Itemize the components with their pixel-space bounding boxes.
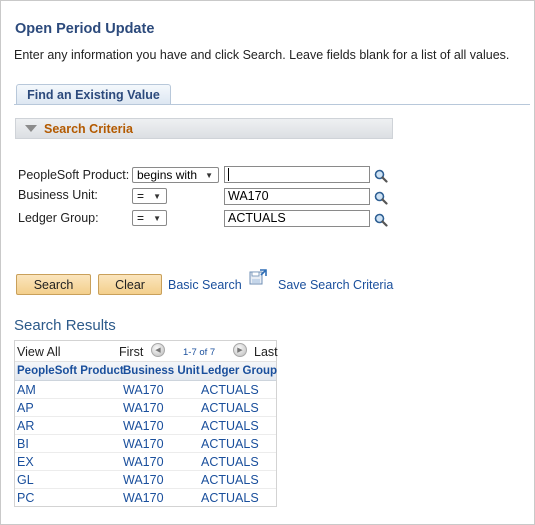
search-results-grid: View All First ◀ 1-7 of 7 ▶ Last PeopleS… [14, 340, 278, 507]
cell-ledger-group[interactable]: ACTUALS [200, 437, 276, 451]
lookup-business-unit-icon[interactable] [374, 191, 388, 205]
page-frame: Open Period Update Enter any information… [0, 0, 535, 525]
cell-ledger-group[interactable]: ACTUALS [200, 455, 276, 469]
last-label: Last [254, 345, 278, 359]
table-row[interactable]: AR WA170 ACTUALS [15, 417, 276, 435]
cell-ledger-group[interactable]: ACTUALS [200, 383, 276, 397]
grid-rows: AM WA170 ACTUALS AP WA170 ACTUALS AR WA170 ACTUA… [15, 381, 276, 506]
cell-product[interactable]: BI [15, 437, 122, 451]
search-criteria-label: Search Criteria [44, 121, 133, 136]
row-range: 1-7 of 7 [183, 347, 216, 358]
lookup-product-icon[interactable] [374, 169, 388, 183]
search-results-title: Search Results [14, 317, 116, 334]
cell-business-unit[interactable]: WA170 [122, 437, 200, 451]
cell-ledger-group[interactable]: ACTUALS [200, 491, 276, 505]
cell-ledger-group[interactable]: ACTUALS [200, 401, 276, 415]
cell-product[interactable]: AP [15, 401, 122, 415]
next-page-icon[interactable]: ▶ [233, 343, 247, 357]
cell-business-unit[interactable]: WA170 [122, 455, 200, 469]
operator-value: = [137, 189, 145, 203]
cell-product[interactable]: AM [15, 383, 122, 397]
cell-ledger-group[interactable]: ACTUALS [200, 419, 276, 433]
tab-divider [14, 104, 530, 105]
view-all-link[interactable]: View All [17, 345, 61, 359]
save-search-criteria-icon[interactable] [249, 269, 267, 287]
save-search-criteria-link[interactable]: Save Search Criteria [278, 278, 393, 292]
first-label: First [119, 345, 144, 359]
cell-business-unit[interactable]: WA170 [122, 491, 200, 505]
grid-header-row: PeopleSoft Product Business Unit Ledger … [15, 362, 277, 381]
field-label-product: PeopleSoft Product: [18, 168, 130, 182]
instructions-text: Enter any information you have and click… [14, 48, 510, 62]
field-label-business-unit: Business Unit: [18, 188, 98, 202]
cell-ledger-group[interactable]: ACTUALS [200, 473, 276, 487]
cell-business-unit[interactable]: WA170 [122, 419, 200, 433]
business-unit-input[interactable]: WA170 [224, 188, 370, 205]
tab-find-existing-value[interactable]: Find an Existing Value [16, 84, 171, 104]
cell-business-unit[interactable]: WA170 [122, 401, 200, 415]
operator-select-ledger-group[interactable]: = ▼ [132, 210, 167, 226]
operator-select-business-unit[interactable]: = ▼ [132, 188, 167, 204]
dropdown-arrow-icon: ▼ [205, 170, 213, 180]
cell-product[interactable]: AR [15, 419, 122, 433]
table-row[interactable]: AM WA170 ACTUALS [15, 381, 276, 399]
search-criteria-header[interactable]: Search Criteria [15, 118, 393, 139]
collapse-triangle-icon [25, 125, 37, 132]
lookup-ledger-group-icon[interactable] [374, 213, 388, 227]
search-button[interactable]: Search [16, 274, 91, 295]
table-row[interactable]: PC WA170 ACTUALS [15, 489, 276, 506]
cell-product[interactable]: EX [15, 455, 122, 469]
operator-value: begins with [137, 168, 198, 182]
page-title: Open Period Update [15, 21, 155, 37]
column-header-product[interactable]: PeopleSoft Product [15, 365, 124, 377]
cell-product[interactable]: PC [15, 491, 122, 505]
operator-value: = [137, 211, 145, 225]
field-label-ledger-group: Ledger Group: [18, 211, 99, 225]
clear-button[interactable]: Clear [98, 274, 162, 295]
product-input[interactable] [224, 166, 370, 183]
operator-select-product[interactable]: begins with ▼ [132, 167, 219, 183]
basic-search-link[interactable]: Basic Search [168, 278, 242, 292]
table-row[interactable]: AP WA170 ACTUALS [15, 399, 276, 417]
dropdown-arrow-icon: ▼ [153, 191, 161, 201]
cell-product[interactable]: GL [15, 473, 122, 487]
column-header-ledger-group[interactable]: Ledger Group [200, 365, 277, 377]
ledger-group-input[interactable]: ACTUALS [224, 210, 370, 227]
table-row[interactable]: GL WA170 ACTUALS [15, 471, 276, 489]
column-header-business-unit[interactable]: Business Unit [122, 365, 200, 377]
table-row[interactable]: BI WA170 ACTUALS [15, 435, 276, 453]
table-row[interactable]: EX WA170 ACTUALS [15, 453, 276, 471]
text-caret [228, 168, 229, 182]
cell-business-unit[interactable]: WA170 [122, 383, 200, 397]
cell-business-unit[interactable]: WA170 [122, 473, 200, 487]
dropdown-arrow-icon: ▼ [153, 213, 161, 223]
previous-page-icon[interactable]: ◀ [151, 343, 165, 357]
grid-navigation: View All First ◀ 1-7 of 7 ▶ Last [15, 341, 278, 362]
